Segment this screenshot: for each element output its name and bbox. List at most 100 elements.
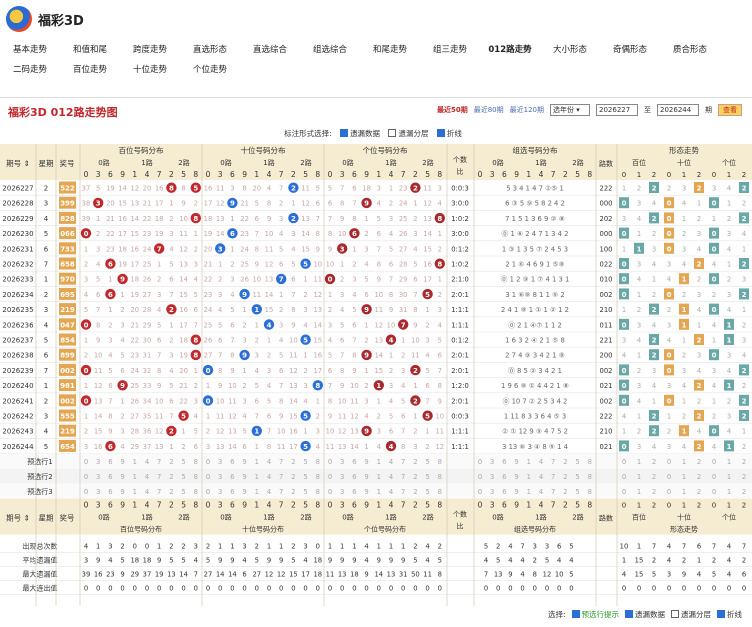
ge-miss-value: 2 — [438, 245, 442, 253]
option-polyline[interactable]: 折线 — [436, 129, 462, 138]
xingtai-miss: 3 — [667, 261, 671, 269]
nav-item[interactable]: 跨度走势 — [120, 42, 180, 62]
shi-miss-value: 27 — [204, 352, 213, 360]
option-missing-data[interactable]: 遗漏数据 — [340, 129, 380, 138]
checkbox-icon[interactable] — [625, 610, 633, 618]
shi-miss-value: 12 — [228, 413, 237, 421]
option-missing-layer[interactable]: 遗漏分层 — [388, 129, 428, 138]
nav-item[interactable]: 百位走势 — [60, 62, 120, 82]
shi-miss-value: 4 — [279, 230, 283, 238]
stat-bai: 3 — [84, 557, 88, 565]
nav-item[interactable]: 直选综合 — [240, 42, 300, 62]
query-button[interactable]: 查看 — [718, 104, 742, 116]
stat-zx: 12 — [543, 571, 552, 579]
nav-item[interactable]: 二码走势 — [0, 62, 60, 82]
digit-header: 1 — [132, 501, 137, 510]
last80-link[interactable]: 最近80期 — [474, 105, 504, 115]
shi-miss-value: 14 — [289, 397, 298, 405]
route-value: 021 — [600, 443, 613, 451]
predict-cell: 9 — [242, 458, 246, 466]
xingtai-miss: 3 — [727, 230, 731, 238]
ge-miss-value: 8 — [352, 352, 356, 360]
checkbox-icon[interactable] — [436, 129, 445, 137]
stat-bai: 18 — [130, 557, 139, 565]
nav-item[interactable]: 奇偶形态 — [600, 42, 660, 62]
nav-item[interactable]: 大小形态 — [540, 42, 600, 62]
checkbox-icon[interactable] — [671, 610, 679, 618]
ge-miss-value: 12 — [374, 321, 383, 329]
nav-item[interactable]: 直选形态 — [180, 42, 240, 62]
shi-miss-value: 1 — [206, 413, 210, 421]
digit-header: 0 — [478, 170, 483, 179]
route-header: 1路 — [263, 513, 274, 522]
ge-hit-digit: 9 — [364, 428, 369, 436]
digit-header: 3 — [490, 501, 495, 510]
nav-item[interactable]: 组三走势 — [420, 42, 480, 62]
predict-cell: 4 — [539, 458, 543, 466]
xingtai-miss: 4 — [727, 428, 731, 436]
bai-miss-value: 11 — [155, 413, 164, 421]
nav-item[interactable]: 和值和尾 — [60, 42, 120, 62]
panel-header: 福彩3D 012路走势图 最近50期 最近80期 最近120期 选年份 ▾ 20… — [0, 98, 752, 126]
nav-item[interactable]: 质合形态 — [660, 42, 720, 62]
to-period-input[interactable]: 2026244 — [657, 104, 699, 116]
option-label: 遗漏数据 — [350, 129, 381, 138]
predict-cell: 3 — [96, 458, 100, 466]
digit-header: 3 — [340, 501, 345, 510]
ge-miss-value: 24 — [399, 200, 408, 208]
bottom-option-predict[interactable]: 预选行提示 — [571, 609, 619, 620]
digit-header: 2 — [563, 170, 568, 179]
ge-miss-value: 8 — [328, 397, 332, 405]
nav-item[interactable]: 和尾走势 — [360, 42, 420, 62]
stat-bai: 14 — [179, 571, 188, 579]
predict-cell: 7 — [279, 473, 283, 481]
xingtai-hit: 0 — [622, 200, 627, 208]
stat-shi: 17 — [301, 571, 310, 579]
route-value: 002 — [600, 397, 613, 405]
stat-shi: 15 — [289, 571, 298, 579]
bottom-option-layer[interactable]: 遗漏分层 — [671, 609, 711, 620]
stat-ge: 4 — [425, 557, 429, 565]
xingtai-miss: 1 — [637, 230, 641, 238]
bottom-option-line[interactable]: 折线 — [717, 609, 742, 620]
ge-miss-value: 5 — [352, 306, 356, 314]
from-period-input[interactable]: 2026227 — [596, 104, 638, 116]
ge-miss-value: 8 — [340, 367, 344, 375]
last120-link[interactable]: 最近120期 — [510, 105, 544, 115]
nav-item[interactable]: 十位走势 — [120, 62, 180, 82]
checkbox-icon[interactable] — [717, 610, 725, 618]
count-ratio: 2:0:1 — [451, 367, 469, 375]
xingtai-hit: 2 — [742, 291, 747, 299]
nav-item[interactable]: 组选综合 — [300, 42, 360, 62]
predict-cell: 2 — [169, 473, 173, 481]
stat-xt: 7 — [712, 543, 716, 551]
last50-link[interactable]: 最近50期 — [437, 105, 468, 115]
bai-hit-digit: 5 — [193, 185, 198, 193]
shi-hit-digit: 3 — [218, 245, 223, 253]
shi-miss-value: 17 — [204, 200, 213, 208]
predict-xt-cell: 2 — [742, 458, 746, 466]
weekday: 2 — [44, 185, 48, 193]
predict-cell: 7 — [401, 473, 405, 481]
bai-miss-value: 25 — [143, 261, 152, 269]
site-title[interactable]: 福彩3D — [38, 10, 84, 29]
bai-miss-value: 8 — [96, 321, 100, 329]
stat-bai: 4 — [108, 557, 112, 565]
checkbox-icon[interactable] — [340, 129, 349, 137]
logo-icon[interactable] — [6, 6, 32, 32]
bottom-option-missing[interactable]: 遗漏数据 — [625, 609, 665, 620]
nav-item[interactable]: 个位走势 — [180, 62, 240, 82]
nav-item[interactable]: 012路走势 — [480, 42, 540, 62]
checkbox-icon[interactable] — [388, 129, 397, 137]
shi-miss-value: 14 — [228, 443, 237, 451]
year-select[interactable]: 选年份 ▾ — [550, 104, 590, 116]
checkbox-icon[interactable] — [571, 610, 580, 618]
predict-cell: 3 — [218, 488, 222, 496]
shi-miss-value: 7 — [279, 185, 283, 193]
ge-hit-digit: 0 — [328, 276, 333, 284]
xingtai-hit: 1 — [637, 245, 642, 253]
xingtai-miss: 4 — [712, 382, 716, 390]
nav-item[interactable]: 基本走势 — [0, 42, 60, 62]
stat-shi: 0 — [242, 585, 246, 593]
ge-miss-value: 2 — [438, 291, 442, 299]
